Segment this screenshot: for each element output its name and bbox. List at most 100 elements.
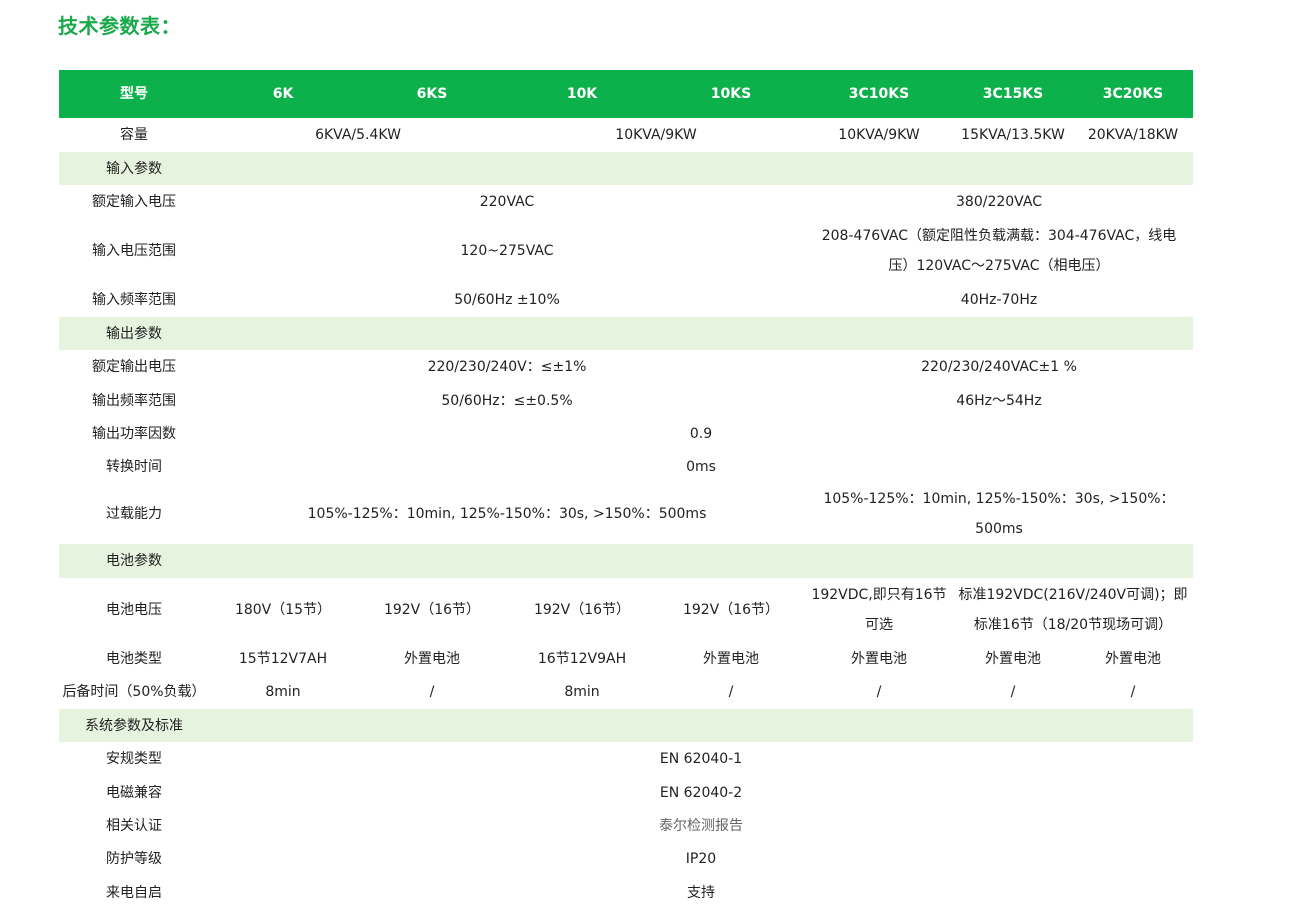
cell: /	[728, 684, 734, 700]
table-row: 转换时间 0ms	[59, 450, 1193, 484]
cell: 50/60Hz ±10%	[454, 292, 560, 308]
cell: /	[876, 684, 882, 700]
cell: /	[429, 684, 435, 700]
cell: EN 62040-2	[659, 784, 743, 801]
cell: /	[1010, 684, 1016, 700]
row-label: 电池类型	[106, 650, 162, 667]
header-3c20ks: 3C20KS	[1073, 70, 1193, 118]
section-label: 输入参数	[59, 152, 209, 185]
section-row: 电池参数	[59, 544, 1193, 578]
cell: 46Hz～54Hz	[956, 392, 1042, 409]
table-row: 输出频率范围 50/60Hz：≤±0.5% 46Hz～54Hz	[59, 384, 1193, 417]
row-label: 输入频率范围	[92, 292, 176, 308]
cell: 10KVA/9KW	[615, 127, 697, 143]
row-label: 后备时间（50%负载）	[62, 684, 206, 700]
cell: 208-476VAC（额定阻性负载满载：304-476VAC，线电 压）120V…	[805, 219, 1193, 283]
header-row: 型号 6K 6KS 10K 10KS 3C10KS 3C15KS 3C20KS	[59, 70, 1193, 118]
table-row: 额定输入电压 220VAC 380/220VAC	[59, 185, 1193, 219]
section-row: 系统参数及标准	[59, 709, 1193, 742]
cell: 220VAC	[479, 194, 535, 210]
cell: 10KVA/9KW	[838, 127, 920, 143]
table-row: 电池类型 15节12V7AH 外置电池 16节12V9AH 外置电池 外置电池 …	[59, 642, 1193, 675]
row-label: 安规类型	[106, 751, 162, 767]
row-label: 电磁兼容	[106, 784, 162, 801]
row-label: 额定输入电压	[92, 194, 176, 210]
cell: 8min	[564, 684, 600, 700]
table-row: 电池电压 180V（15节） 192V（16节） 192V（16节） 192V（…	[59, 578, 1193, 642]
row-label: 电池电压	[106, 602, 162, 618]
row-label: 相关认证	[106, 817, 162, 834]
table-row: 过载能力 105%-125%：10min, 125%-150%：30s, >15…	[59, 484, 1193, 544]
cell: 220/230/240V：≤±1%	[427, 359, 587, 375]
cell-line: 192VDC,即只有16节	[811, 587, 947, 603]
section-row: 输入参数	[59, 152, 1193, 185]
cell: 220/230/240VAC±1 %	[921, 359, 1077, 375]
cell: EN 62040-1	[659, 751, 743, 767]
cell: 15KVA/13.5KW	[961, 127, 1065, 143]
table-row: 防护等级 IP20	[59, 842, 1193, 876]
spec-table: 型号 6K 6KS 10K 10KS 3C10KS 3C15KS 3C20KS …	[59, 70, 1193, 909]
cell: 50/60Hz：≤±0.5%	[441, 392, 573, 409]
section-label: 电池参数	[59, 544, 209, 578]
cell: 外置电池	[985, 650, 1041, 667]
cell-line: 208-476VAC（额定阻性负载满载：304-476VAC，线电	[821, 228, 1177, 244]
table-row: 输入频率范围 50/60Hz ±10% 40Hz-70Hz	[59, 283, 1193, 317]
cell: 16节12V9AH	[537, 650, 627, 667]
row-label: 输入电压范围	[92, 243, 176, 259]
table-row: 输出功率因数 0.9	[59, 417, 1193, 450]
header-3c15ks: 3C15KS	[953, 70, 1073, 118]
cell: 外置电池	[851, 650, 907, 667]
table-row: 安规类型 EN 62040-1	[59, 742, 1193, 776]
cell: 0ms	[686, 459, 716, 475]
table-row: 额定输出电压 220/230/240V：≤±1% 220/230/240VAC±…	[59, 350, 1193, 384]
cell: 6KVA/5.4KW	[315, 127, 401, 143]
cell: 192VDC,即只有16节 可选	[805, 578, 953, 642]
cell-line: 压）120VAC～275VAC（相电压）	[888, 258, 1110, 274]
cell-line: 标准16节（18/20节现场可调）	[973, 617, 1173, 633]
cell: 105%-125%：10min, 125%-150%：30s, >150%：50…	[307, 506, 707, 522]
section-label: 输出参数	[59, 317, 209, 350]
cell: 180V（15节）	[234, 602, 332, 618]
row-label: 输出功率因数	[92, 425, 176, 442]
row-label: 输出频率范围	[92, 392, 176, 409]
cell: 泰尔检测报告	[659, 817, 743, 834]
cell: 0.9	[689, 425, 713, 442]
cell: 外置电池	[1105, 650, 1161, 667]
page-title: 技术参数表：	[58, 14, 181, 38]
cell: 192V（16节）	[682, 602, 780, 618]
table-row: 来电自启 支持	[59, 876, 1193, 909]
table-row: 相关认证 泰尔检测报告	[59, 809, 1193, 842]
section-label: 系统参数及标准	[59, 709, 209, 742]
cell-line: 可选	[865, 617, 893, 633]
section-row: 输出参数	[59, 317, 1193, 350]
cell: 20KVA/18KW	[1087, 127, 1179, 143]
row-label: 转换时间	[106, 459, 162, 475]
row-label: 额定输出电压	[92, 359, 176, 375]
row-label: 防护等级	[106, 851, 162, 867]
row-label: 容量	[120, 127, 148, 143]
cell: 外置电池	[404, 650, 460, 667]
cell: 380/220VAC	[956, 194, 1042, 210]
cell: 支持	[687, 884, 715, 901]
header-10ks: 10KS	[657, 70, 805, 118]
cell: 外置电池	[703, 650, 759, 667]
table-row: 后备时间（50%负载） 8min / 8min / / / /	[59, 675, 1193, 709]
table-row: 电磁兼容 EN 62040-2	[59, 776, 1193, 809]
header-6k: 6K	[209, 70, 357, 118]
cell: 15节12V7AH	[238, 650, 328, 667]
table-row: 输入电压范围 120~275VAC 208-476VAC（额定阻性负载满载：30…	[59, 219, 1193, 283]
row-label: 过载能力	[106, 506, 162, 522]
cell: 8min	[265, 684, 301, 700]
cell: 120~275VAC	[460, 243, 554, 259]
cell: IP20	[685, 851, 717, 867]
table-row: 容量 6KVA/5.4KW 10KVA/9KW 10KVA/9KW 15KVA/…	[59, 118, 1193, 152]
row-label: 来电自启	[106, 884, 162, 901]
cell: 192V（16节）	[383, 602, 481, 618]
cell-line: 标准192VDC(216V/240V可调)；即	[958, 587, 1188, 603]
header-model: 型号	[59, 70, 209, 118]
cell: 40Hz-70Hz	[960, 292, 1038, 308]
header-3c10ks: 3C10KS	[805, 70, 953, 118]
cell: /	[1130, 684, 1136, 700]
header-10k: 10K	[507, 70, 657, 118]
cell: 105%-125%：10min, 125%-150%：30s, >150%：50…	[823, 491, 1175, 537]
